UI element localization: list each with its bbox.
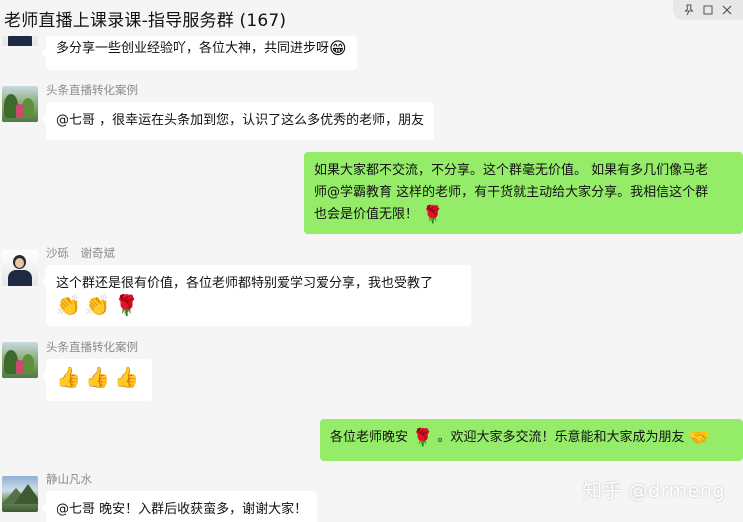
- sender-name: 头条直播转化案例: [46, 83, 138, 97]
- message-bubble[interactable]: 多分享一些创业经验吖，各位大神，共同进步呀😁: [41, 36, 357, 70]
- message-bubble[interactable]: 👍 👍 👍: [41, 359, 152, 401]
- maximize-icon[interactable]: [701, 3, 715, 17]
- message-bubble[interactable]: @七哥 晚安！入群后收获蛮多，谢谢大家！: [40, 491, 318, 522]
- message-bubble-own[interactable]: 各位老师晚安 🌹 。欢迎大家多交流！乐意能和大家成为朋友 🤝: [320, 419, 743, 461]
- message-text-line: 如果大家都不交流，不分享。这个群毫无价值。 如果有多几们像马老: [314, 163, 709, 178]
- title-bar: 老师直播上课录课-指导服务群 (167): [0, 0, 743, 36]
- clap-emoji-icon: 👏: [56, 293, 81, 317]
- message-text-line: 也会是价值无限！: [314, 207, 419, 222]
- sender-name: 沙砾 谢奇斌: [46, 246, 115, 260]
- message-text: @七哥 晚安！入群后收获蛮多，谢谢大家！: [56, 502, 308, 517]
- avatar[interactable]: [2, 36, 38, 46]
- chat-title: 老师直播上课录课-指导服务群 (167): [4, 11, 287, 31]
- sender-name: 头条直播转化案例: [46, 340, 138, 354]
- rose-emoji-icon: 🌹: [114, 293, 139, 317]
- pin-icon[interactable]: [682, 3, 696, 17]
- avatar[interactable]: [2, 86, 38, 122]
- thumbs-up-emoji-icon: 👍: [114, 365, 139, 389]
- message-bubble[interactable]: 这个群还是很有价值，各位老师都特别爱学习爱分享，我也受教了 👏 👏 🌹: [41, 265, 471, 326]
- clap-emoji-icon: 👏: [85, 293, 110, 317]
- message-text: 。欢迎大家多交流！乐意能和大家成为朋友: [437, 430, 685, 445]
- sender-name: 静山凡水: [46, 472, 92, 486]
- handshake-emoji-icon: 🤝: [688, 428, 710, 448]
- avatar[interactable]: [2, 342, 38, 378]
- window-controls: [673, 0, 743, 20]
- message-bubble-own[interactable]: 如果大家都不交流，不分享。这个群毫无价值。 如果有多几们像马老 师@学霸教育 这…: [304, 152, 743, 234]
- message-text-line: 师@学霸教育 这样的老师，有干货就主动给大家分享。我相信这个群: [314, 185, 709, 200]
- message-text: 各位老师晚安: [330, 430, 409, 445]
- grin-emoji-icon: 😁: [329, 39, 347, 59]
- avatar[interactable]: [2, 476, 38, 512]
- rose-emoji-icon: 🌹: [422, 205, 444, 225]
- message-list[interactable]: 多分享一些创业经验吖，各位大神，共同进步呀😁 头条直播转化案例 @七哥 ，很幸运…: [0, 36, 743, 522]
- message-text: 多分享一些创业经验吖，各位大神，共同进步呀: [56, 41, 330, 56]
- watermark: 知乎 @drmeng: [583, 480, 725, 502]
- rose-emoji-icon: 🌹: [412, 428, 434, 448]
- avatar[interactable]: [2, 250, 38, 286]
- thumbs-up-emoji-icon: 👍: [56, 365, 81, 389]
- message-text: 这个群还是很有价值，各位老师都特别爱学习爱分享，我也受教了: [56, 276, 434, 291]
- message-bubble[interactable]: @七哥 ，很幸运在头条加到您，认识了这么多优秀的老师，朋友: [40, 102, 435, 140]
- thumbs-up-emoji-icon: 👍: [85, 365, 110, 389]
- message-text: @七哥 ，很幸运在头条加到您，认识了这么多优秀的老师，朋友: [56, 113, 425, 128]
- close-icon[interactable]: [720, 3, 734, 17]
